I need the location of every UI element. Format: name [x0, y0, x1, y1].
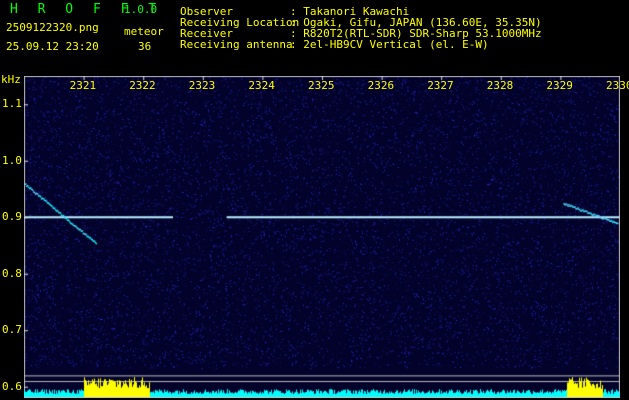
category-label: meteor — [124, 25, 164, 38]
x-tick-label: 2325 — [308, 79, 335, 92]
x-tick-label: 2330 — [606, 79, 629, 92]
y-tick-label: 0.8 — [2, 266, 22, 280]
x-tick-label: 2327 — [427, 79, 454, 92]
x-tick-label: 2326 — [367, 79, 395, 92]
y-tick-label: 0.6 — [2, 379, 22, 393]
y-tick-label: 1.1 — [2, 97, 22, 111]
antenna-label: Receiving antenna — [180, 38, 293, 51]
x-tick-label: 2329 — [546, 79, 573, 92]
y-axis-unit: kHz — [1, 73, 21, 86]
x-tick-label: 2323 — [188, 79, 216, 92]
datetime: 25.09.12 23:20 — [6, 40, 99, 53]
spectrogram — [24, 76, 620, 398]
app-version: 1.0.0 — [124, 3, 158, 16]
meteor-count: 36 — [138, 40, 152, 53]
filename: 2509122320.png — [6, 21, 99, 34]
y-tick-label: 1.0 — [2, 153, 22, 167]
y-tick-label: 0.9 — [2, 210, 22, 224]
antenna-value: : 2el-HB9CV Vertical (el. E-W) — [290, 38, 489, 51]
hroft-window: H R O F F T 1.0.0 2509122320.png 25.09.1… — [0, 0, 629, 400]
x-tick-label: 2324 — [248, 79, 275, 92]
x-tick-label: 2328 — [486, 79, 514, 92]
x-tick-label: 2322 — [129, 79, 156, 92]
x-tick-label: 2321 — [69, 79, 97, 92]
y-tick-label: 0.7 — [2, 323, 22, 337]
